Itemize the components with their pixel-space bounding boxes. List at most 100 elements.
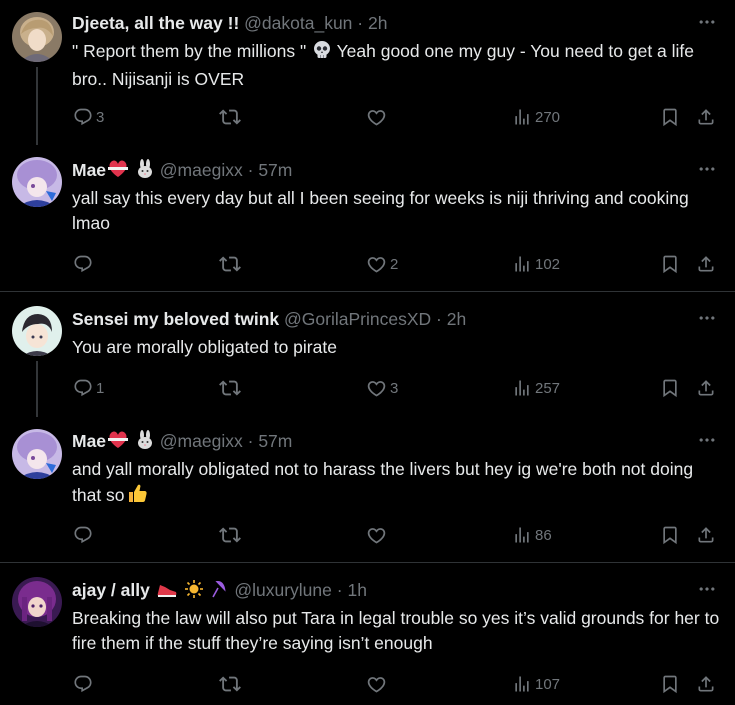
tweet-header: ajay / ally @luxurylune · 1h xyxy=(72,579,675,601)
heart-ribbon-icon xyxy=(107,430,129,455)
views-button[interactable]: 107 xyxy=(512,672,560,696)
share-button[interactable] xyxy=(696,252,716,276)
reply-button[interactable] xyxy=(73,523,96,547)
thumbs-up-icon xyxy=(126,482,148,511)
more-options-icon[interactable] xyxy=(697,430,717,452)
bookmark-button[interactable] xyxy=(660,672,680,696)
tweet-1[interactable]: Djeeta, all the way !! @dakota_kun · 2h … xyxy=(0,0,735,145)
views-button[interactable]: 257 xyxy=(512,376,560,400)
views-button[interactable]: 270 xyxy=(512,105,560,129)
views-button[interactable]: 102 xyxy=(512,252,560,276)
like-button[interactable]: 2 xyxy=(366,252,398,276)
separator: · xyxy=(436,309,442,329)
reply-icon xyxy=(73,107,93,127)
tweet-header: Mae @maegixx · 57m xyxy=(72,159,675,181)
tweet-4[interactable]: Mae @maegixx · 57m and yall morally obli… xyxy=(0,417,735,562)
separator: · xyxy=(247,431,254,451)
action-bar: 107 xyxy=(0,672,735,696)
reply-button[interactable] xyxy=(73,252,96,276)
timestamp[interactable]: 1h xyxy=(347,580,366,600)
reply-icon xyxy=(73,525,93,545)
avatar[interactable] xyxy=(12,429,62,479)
like-button[interactable] xyxy=(366,105,390,129)
views-button[interactable]: 86 xyxy=(512,523,552,547)
share-icon xyxy=(696,525,716,545)
avatar[interactable] xyxy=(12,577,62,627)
repost-button[interactable] xyxy=(219,376,244,400)
repost-icon xyxy=(219,377,241,399)
like-button[interactable] xyxy=(366,523,390,547)
tweet-text: You are morally obligated to pirate xyxy=(72,337,337,357)
share-icon xyxy=(696,674,716,694)
bookmark-button[interactable] xyxy=(660,523,680,547)
bookmark-icon xyxy=(660,525,680,545)
display-name[interactable]: ajay / ally xyxy=(72,580,150,600)
views-icon xyxy=(512,674,532,694)
more-options-icon[interactable] xyxy=(697,159,717,181)
display-name[interactable]: Mae xyxy=(72,160,106,180)
tweet-3[interactable]: Sensei my beloved twink @GorilaPrincesXD… xyxy=(0,292,735,417)
share-button[interactable] xyxy=(696,523,716,547)
share-icon xyxy=(696,378,716,398)
avatar[interactable] xyxy=(12,306,62,356)
username-handle[interactable]: @GorilaPrincesXD xyxy=(284,309,431,329)
avatar[interactable] xyxy=(12,12,62,62)
bookmark-button[interactable] xyxy=(660,105,680,129)
views-icon xyxy=(512,378,532,398)
like-button[interactable] xyxy=(366,672,390,696)
repost-button[interactable] xyxy=(219,672,244,696)
timestamp[interactable]: 2h xyxy=(447,309,466,329)
tweet-5[interactable]: ajay / ally @luxurylune · 1h Breaking th… xyxy=(0,563,735,705)
skull-icon xyxy=(312,40,332,67)
like-count: 2 xyxy=(390,255,399,273)
separator: · xyxy=(357,13,364,33)
repost-icon xyxy=(219,524,241,546)
share-button[interactable] xyxy=(696,376,716,400)
tweet-header: Djeeta, all the way !! @dakota_kun · 2h xyxy=(72,12,675,34)
timestamp[interactable]: 57m xyxy=(258,160,292,180)
username-handle[interactable]: @luxurylune xyxy=(234,580,332,600)
reply-button[interactable] xyxy=(73,672,96,696)
more-options-icon[interactable] xyxy=(697,579,717,601)
like-icon xyxy=(366,107,387,128)
heart-ribbon-icon xyxy=(107,159,129,184)
tweet-text: " Report them by the millions " Yeah goo… xyxy=(72,39,722,92)
bookmark-button[interactable] xyxy=(660,376,680,400)
like-button[interactable]: 3 xyxy=(366,376,398,400)
repost-button[interactable] xyxy=(219,105,244,129)
timestamp[interactable]: 2h xyxy=(368,13,387,33)
tweet-text: and yall morally obligated not to harass… xyxy=(72,457,722,511)
rabbit-icon xyxy=(135,159,155,184)
action-bar: 86 xyxy=(0,523,735,547)
reply-icon xyxy=(73,254,93,274)
like-icon xyxy=(366,525,387,546)
repost-button[interactable] xyxy=(219,252,244,276)
more-options-icon[interactable] xyxy=(697,308,717,330)
tweet-2[interactable]: Mae @maegixx · 57m yall say this every d… xyxy=(0,145,735,291)
username-handle[interactable]: @maegixx xyxy=(160,160,243,180)
view-count: 270 xyxy=(535,108,561,126)
reply-button[interactable]: 3 xyxy=(73,105,104,129)
username-handle[interactable]: @dakota_kun xyxy=(244,13,352,33)
more-options-icon[interactable] xyxy=(697,12,717,34)
views-icon xyxy=(512,107,532,127)
umbrella-icon xyxy=(209,579,229,604)
reply-button[interactable]: 1 xyxy=(73,376,104,400)
display-name[interactable]: Sensei my beloved twink xyxy=(72,309,279,329)
tweet-text: yall say this every day but all I been s… xyxy=(72,188,689,233)
username-handle[interactable]: @maegixx xyxy=(160,431,243,451)
timestamp[interactable]: 57m xyxy=(258,431,292,451)
reply-count: 1 xyxy=(96,379,105,397)
share-button[interactable] xyxy=(696,672,716,696)
display-name[interactable]: Djeeta, all the way !! xyxy=(72,13,239,33)
bookmark-icon xyxy=(660,674,680,694)
like-count: 3 xyxy=(390,379,399,397)
reply-count: 3 xyxy=(96,108,105,126)
bookmark-icon xyxy=(660,378,680,398)
share-button[interactable] xyxy=(696,105,716,129)
repost-button[interactable] xyxy=(219,523,244,547)
display-name[interactable]: Mae xyxy=(72,431,106,451)
sun-icon xyxy=(184,579,204,604)
bookmark-button[interactable] xyxy=(660,252,680,276)
avatar[interactable] xyxy=(12,157,62,207)
